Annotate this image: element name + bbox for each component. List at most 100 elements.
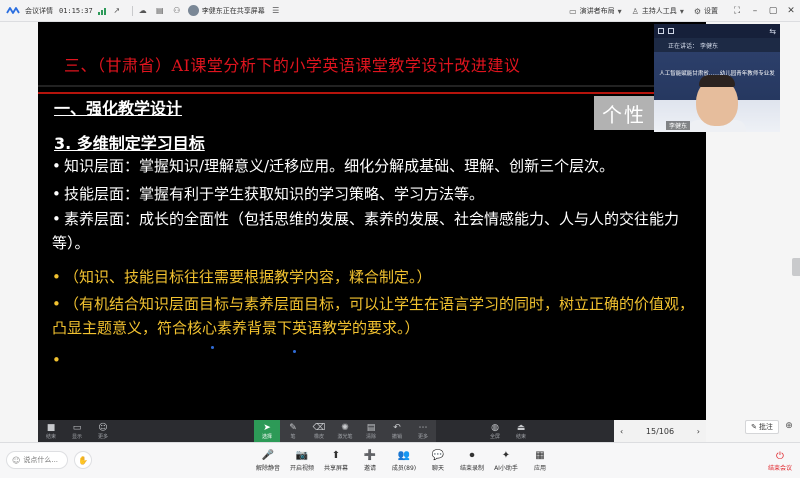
- layout-grid-icon[interactable]: [658, 28, 664, 34]
- popout-video-icon[interactable]: [668, 28, 674, 34]
- window-title-bar: 会议详情 01:15:37 ↗ ☁ ▤ ⚇ 李健东正在共享屏幕 ☰ ▭ 演讲者布…: [0, 0, 800, 22]
- mic-icon: 🎤: [261, 450, 275, 461]
- control-label: 结束录制: [459, 465, 484, 472]
- select-tool[interactable]: ➤ 选择: [254, 420, 280, 442]
- end-tool[interactable]: ⏏ 结束: [508, 420, 534, 442]
- control-label: 成员(89): [391, 465, 417, 472]
- tool-label: 全屏: [489, 433, 500, 440]
- bullet-literacy: • 素养层面：成长的全面性（包括思维的发展、素养的发展、社会情感能力、人与人的交往…: [52, 207, 702, 255]
- popout-icon[interactable]: ↗: [111, 5, 123, 17]
- pen-icon: ✎: [289, 422, 297, 433]
- exit-icon: ⏏: [516, 422, 526, 433]
- more-draw-tool[interactable]: ⋯ 更多: [410, 420, 436, 442]
- people-icon[interactable]: ⚇: [171, 5, 183, 17]
- meeting-timer: 01:15:37: [59, 6, 93, 15]
- note-combined-goals: • （知识、技能目标往往需要根据教学内容，糅合制定。）: [52, 265, 702, 289]
- laser-pointer-dot: [211, 346, 214, 349]
- host-tools-button[interactable]: ♙ 主持人工具 ▾: [632, 6, 684, 16]
- host-tools-label: 主持人工具: [641, 7, 677, 15]
- chat-button[interactable]: 💬 聊天: [421, 443, 455, 478]
- eraser-tool[interactable]: ⌫ 橡皮: [306, 420, 332, 442]
- presenter-layout-label: 演讲者布局: [579, 7, 615, 15]
- settings-button[interactable]: ⚙ 设置: [694, 6, 718, 16]
- maximize-icon[interactable]: ▢: [764, 6, 782, 16]
- bullet-dot: •: [52, 157, 61, 175]
- clear-icon: ▤: [366, 422, 376, 433]
- tool-label: 笔: [290, 433, 296, 440]
- close-icon[interactable]: ✕: [782, 6, 800, 16]
- control-label: 解除静音: [255, 465, 280, 472]
- meeting-details-button[interactable]: 会议详情: [25, 6, 53, 16]
- quick-chat-box[interactable]: ☺: [6, 451, 68, 469]
- cloud-icon[interactable]: ☁: [137, 5, 149, 17]
- video-tile-toolbar: ⇆: [654, 24, 780, 38]
- apps-button[interactable]: ▦ 应用: [523, 443, 557, 478]
- undo-tool[interactable]: ↶ 撤销: [384, 420, 410, 442]
- monitor-icon: ▭: [72, 422, 82, 433]
- section-heading: 一、强化教学设计: [54, 99, 183, 118]
- bullet-dot: •: [52, 185, 61, 203]
- bullet-skills: • 技能层面：掌握有利于学生获取知识的学习策略、学习方法等。: [52, 182, 702, 206]
- settings-label: 设置: [704, 7, 718, 15]
- share-screen-button[interactable]: ⬆ 共享屏幕: [319, 443, 353, 478]
- bullet-dot: •: [52, 210, 61, 228]
- more-left-button[interactable]: ☺ 更多: [90, 420, 116, 442]
- end-show-button[interactable]: ■ 结束: [38, 420, 64, 442]
- video-button[interactable]: 📷 开启视频: [285, 443, 319, 478]
- control-label: 应用: [533, 465, 546, 472]
- sharing-menu-icon[interactable]: ☰: [270, 5, 282, 17]
- tool-label: 结束: [515, 433, 526, 440]
- apps-icon: ▦: [535, 450, 545, 461]
- recording-button[interactable]: ⏺ 结束录制: [455, 443, 489, 478]
- next-slide-button[interactable]: ›: [697, 427, 700, 436]
- layout-icon: ▭: [569, 6, 577, 16]
- fullscreen-tool[interactable]: ◍ 全屏: [482, 420, 508, 442]
- stop-icon: ■: [46, 422, 56, 433]
- laser-icon: ✺: [341, 422, 349, 433]
- slideshow-left-tools: ■ 结束 ▭ 显示 ☺ 更多: [38, 420, 116, 442]
- speaker-hair: [699, 75, 735, 87]
- quick-chat-input[interactable]: [23, 456, 68, 464]
- control-label: AI小助手: [494, 465, 518, 472]
- ai-assistant-icon: ✦: [501, 450, 511, 461]
- speaking-indicator: 正在讲话： 李健东: [668, 41, 718, 50]
- fullscreen-icon[interactable]: ⛶: [728, 6, 746, 16]
- undo-icon: ↶: [393, 422, 401, 433]
- presenter-layout-button[interactable]: ▭ 演讲者布局 ▾: [569, 6, 622, 16]
- tool-label: 选择: [261, 433, 272, 440]
- raise-hand-icon[interactable]: ✋: [74, 451, 92, 469]
- eraser-icon: ⌫: [312, 422, 326, 433]
- calendar-icon[interactable]: ▤: [154, 5, 166, 17]
- annotate-button[interactable]: ✎ 批注: [745, 420, 779, 434]
- ai-assistant-button[interactable]: ✦ AI小助手: [489, 443, 523, 478]
- tool-label: 激光笔: [337, 433, 353, 440]
- control-label: 聊天: [431, 465, 444, 472]
- prev-slide-button[interactable]: ‹: [620, 427, 623, 436]
- end-meeting-button[interactable]: ⏻ 结束会议: [768, 449, 792, 473]
- speaker-name-tag: 李健东: [666, 121, 691, 130]
- sidebar-expand-handle[interactable]: [792, 258, 800, 276]
- laser-tool[interactable]: ✺ 激光笔: [332, 420, 358, 442]
- zoom-icon[interactable]: ⊕: [783, 421, 795, 433]
- tool-label: 结束: [45, 433, 56, 440]
- clear-tool[interactable]: ▤ 清除: [358, 420, 384, 442]
- display-button[interactable]: ▭ 显示: [64, 420, 90, 442]
- globe-icon: ◍: [491, 422, 499, 433]
- network-signal-icon[interactable]: [97, 7, 106, 15]
- minimize-icon[interactable]: –: [746, 6, 764, 16]
- mute-button[interactable]: 🎤 解除静音: [251, 443, 285, 478]
- tool-label: 显示: [71, 433, 82, 440]
- pen-tool[interactable]: ✎ 笔: [280, 420, 306, 442]
- tool-label: 更多: [417, 433, 428, 440]
- video-menu-icon[interactable]: ⇆: [769, 27, 776, 36]
- chevron-down-icon: ▾: [679, 6, 684, 16]
- camera-icon: 📷: [295, 450, 309, 461]
- tool-label: 撤销: [391, 433, 402, 440]
- divider: [131, 5, 133, 16]
- members-icon: 👥: [397, 450, 411, 461]
- invite-button[interactable]: ➕ 邀请: [353, 443, 387, 478]
- speaker-video-tile[interactable]: ⇆ 正在讲话： 李健东 人工智能赋能甘肃省……幼儿园青年教师专业发展…… 李健东: [654, 24, 780, 132]
- page-indicator: 15/106: [645, 426, 675, 436]
- tool-label: 更多: [97, 433, 108, 440]
- members-button[interactable]: 👥 成员(89): [387, 443, 421, 478]
